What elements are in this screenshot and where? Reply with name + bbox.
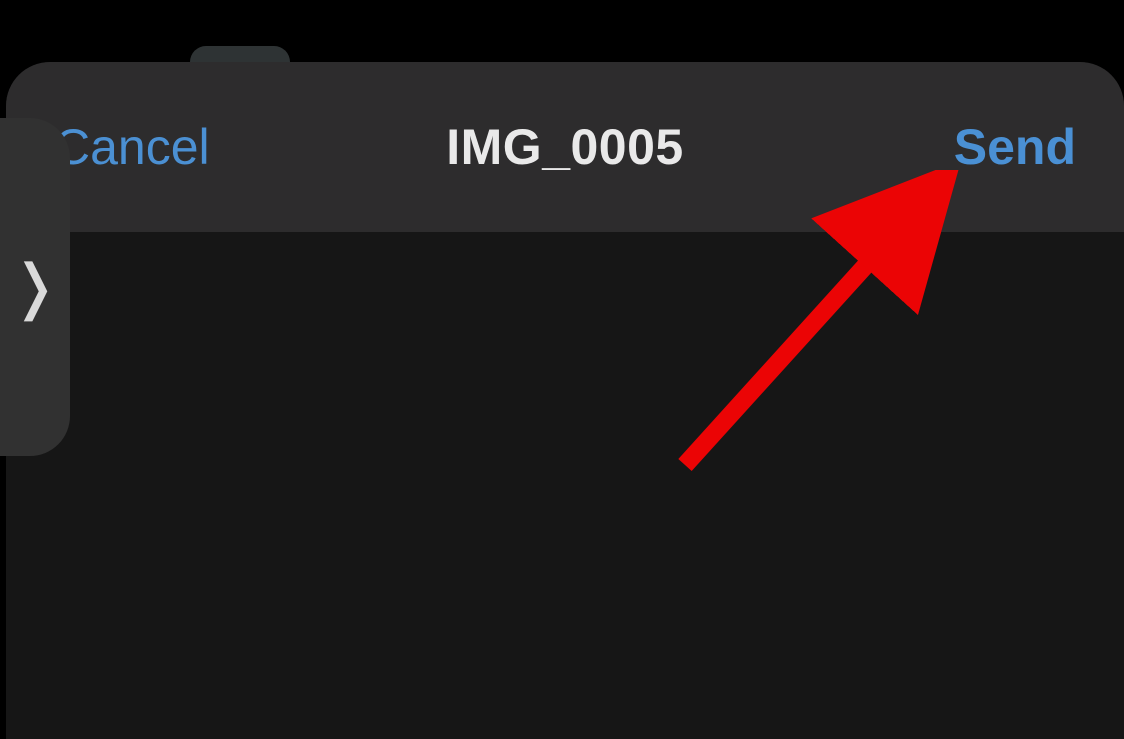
side-handle[interactable]: ❭ [0, 118, 70, 456]
sheet-title: IMG_0005 [446, 118, 683, 176]
background-avatar-partial [190, 46, 290, 62]
send-button[interactable]: Send [954, 118, 1076, 176]
nav-bar: Cancel IMG_0005 Send [6, 62, 1124, 232]
share-sheet: Cancel IMG_0005 Send [6, 62, 1124, 739]
chevron-right-icon: ❭ [10, 257, 60, 317]
cancel-button[interactable]: Cancel [54, 118, 210, 176]
